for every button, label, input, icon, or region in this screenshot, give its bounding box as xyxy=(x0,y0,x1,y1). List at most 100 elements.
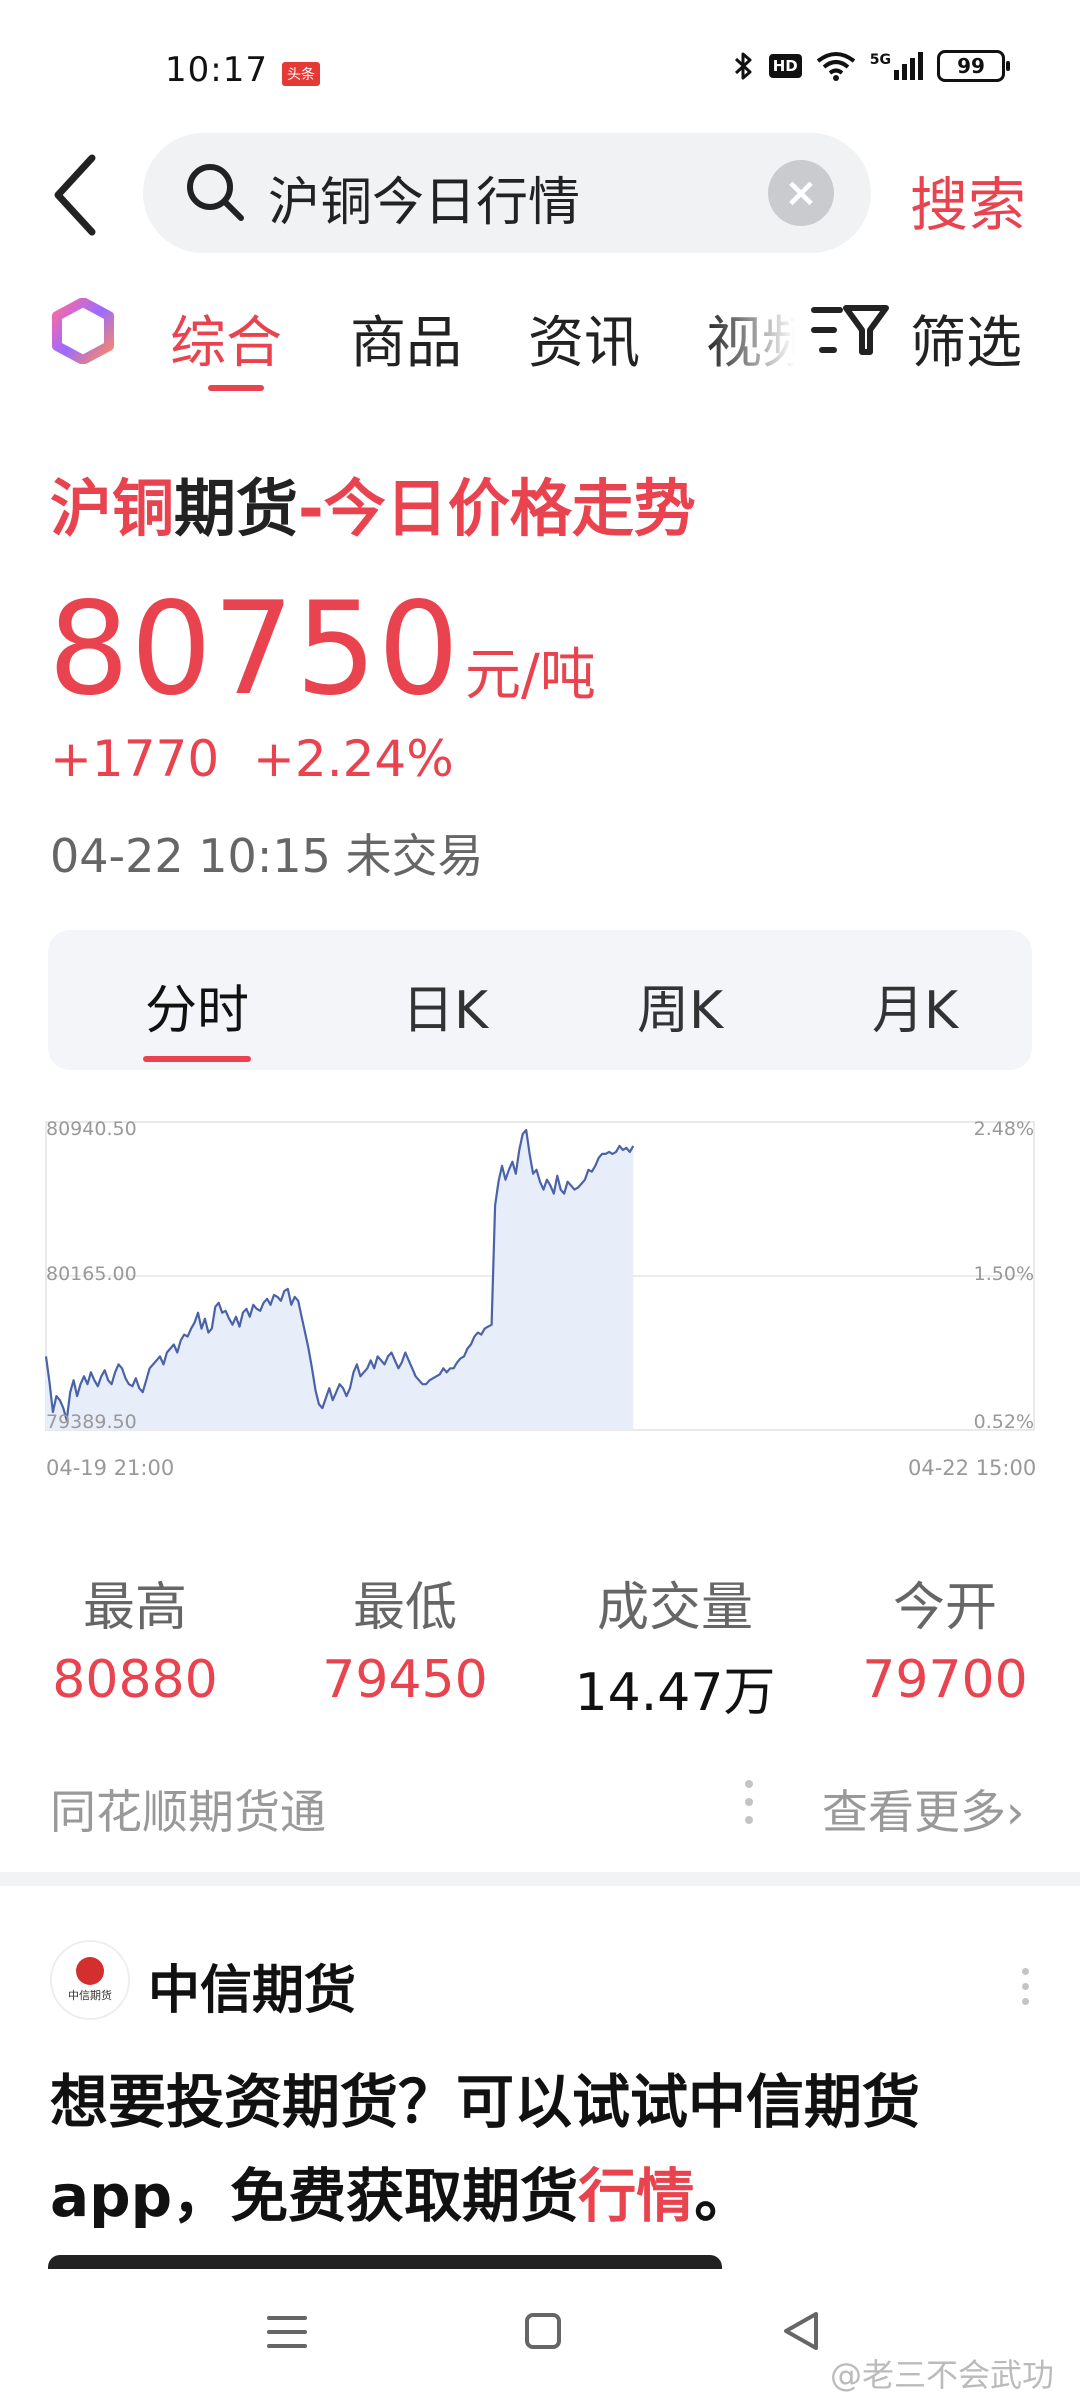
chart-point xyxy=(425,1383,427,1385)
battery-level: 99 xyxy=(957,54,985,78)
chart-point xyxy=(432,1377,434,1379)
y-tick-left-mid: 80165.00 xyxy=(46,1263,137,1285)
period-tab-monthly[interactable]: 月K xyxy=(815,968,1015,1043)
chart-point xyxy=(511,1161,513,1163)
chart-point xyxy=(301,1316,303,1318)
chart-point xyxy=(380,1359,382,1361)
chart-point xyxy=(484,1328,486,1330)
chart-point xyxy=(415,1375,417,1377)
chart-point xyxy=(277,1296,279,1298)
back-triangle-icon[interactable] xyxy=(780,2310,822,2352)
chart-point xyxy=(346,1395,348,1397)
chart-point xyxy=(328,1387,330,1389)
chart-point xyxy=(128,1383,130,1385)
tab-comprehensive[interactable]: 综合 xyxy=(170,298,282,379)
chart-point xyxy=(563,1193,565,1195)
chart-point xyxy=(397,1367,399,1369)
chart-point xyxy=(207,1332,209,1334)
chart-point xyxy=(587,1169,589,1171)
chart-point xyxy=(225,1310,227,1312)
ad-image[interactable] xyxy=(48,2255,722,2269)
chart-point xyxy=(62,1407,64,1409)
close-icon: × xyxy=(784,170,818,216)
chart-point xyxy=(467,1348,469,1350)
chart-point xyxy=(439,1373,441,1375)
chart-point xyxy=(377,1355,379,1357)
chart-point xyxy=(97,1385,99,1387)
chart-point xyxy=(581,1183,583,1185)
ai-logo-icon[interactable] xyxy=(50,298,116,364)
tab-goods[interactable]: 商品 xyxy=(350,298,462,379)
price-change: +1770 xyxy=(50,730,220,788)
wifi-icon xyxy=(816,52,855,81)
stat-open-label: 今开 xyxy=(892,1578,997,1638)
chart-point xyxy=(594,1165,596,1167)
ad-brand-name[interactable]: 中信期货 xyxy=(148,1948,356,2023)
tab-news[interactable]: 资讯 xyxy=(528,298,640,379)
filter-label[interactable]: 筛选 xyxy=(910,298,1022,379)
chart-point xyxy=(76,1395,78,1397)
chart-point xyxy=(605,1153,607,1155)
chart-point xyxy=(142,1391,144,1393)
chart-point xyxy=(401,1361,403,1363)
chart-point xyxy=(518,1149,520,1151)
current-price: 80750 xyxy=(48,575,461,724)
chart-point xyxy=(456,1361,458,1363)
stat-open-value: 79700 xyxy=(862,1650,1028,1710)
chart-point xyxy=(515,1173,517,1175)
chart-point xyxy=(49,1381,51,1383)
chart-point xyxy=(145,1379,147,1381)
period-tab-weekly[interactable]: 周K xyxy=(580,968,780,1043)
chevron-left-icon xyxy=(54,154,96,236)
source-name[interactable]: 同花顺期货通 xyxy=(50,1776,326,1842)
chart-point xyxy=(625,1147,627,1149)
period-tab-daily[interactable]: 日K xyxy=(345,968,545,1043)
chart-point xyxy=(460,1357,462,1359)
network-type: 5G xyxy=(869,52,891,68)
hd-icon: HD xyxy=(768,54,802,78)
recent-apps-icon[interactable] xyxy=(265,2312,309,2352)
y-tick-left-bottom: 79389.50 xyxy=(46,1411,137,1433)
search-query[interactable]: 沪铜今日行情 xyxy=(268,160,580,235)
chart-point xyxy=(183,1334,185,1336)
chart-point xyxy=(366,1367,368,1369)
period-tab-intraday[interactable]: 分时 xyxy=(97,968,297,1043)
chart-point xyxy=(449,1367,451,1369)
chart-point xyxy=(501,1165,503,1167)
chart-point xyxy=(69,1391,71,1393)
quote-title-desc: -今日价格走势 xyxy=(298,472,696,545)
chart-point xyxy=(273,1294,275,1296)
quote-title-type: 期货 xyxy=(174,472,299,545)
chart-point xyxy=(315,1389,317,1391)
more-options-icon[interactable] xyxy=(745,1780,753,1824)
y-tick-right-top: 2.48% xyxy=(974,1118,1034,1140)
citic-logo[interactable]: 中信期货 xyxy=(50,1940,130,2020)
intraday-chart[interactable]: 80940.50 80165.00 79389.50 2.48% 1.50% 0… xyxy=(0,1110,1080,1450)
chart-point xyxy=(194,1322,196,1324)
chart-point xyxy=(166,1352,168,1354)
chart-point xyxy=(290,1304,292,1306)
chart-point xyxy=(93,1379,95,1381)
filter-icon[interactable] xyxy=(810,300,890,360)
chart-point xyxy=(187,1336,189,1338)
chart-point xyxy=(121,1367,123,1369)
ad-more-options-icon[interactable] xyxy=(1022,1968,1029,2005)
chart-point xyxy=(118,1363,120,1365)
clear-search-button[interactable]: × xyxy=(768,160,834,226)
see-more-link[interactable]: 查看更多› xyxy=(822,1776,1024,1842)
x-tick-end: 04-22 15:00 xyxy=(908,1456,1037,1480)
chart-point xyxy=(214,1306,216,1308)
status-icons: HD 5G 99 xyxy=(733,50,1010,82)
chart-point xyxy=(442,1367,444,1369)
chart-point xyxy=(543,1189,545,1191)
search-button[interactable]: 搜索 xyxy=(910,158,1026,242)
ad-headline-main: 想要投资期货？可以试试中信期货app，免费获取期货 xyxy=(50,2068,921,2230)
back-button[interactable] xyxy=(50,150,110,240)
ad-headline[interactable]: 想要投资期货？可以试试中信期货app，免费获取期货行情。 xyxy=(50,2055,1040,2243)
chart-point xyxy=(239,1326,241,1328)
quote-title[interactable]: 沪铜期货-今日价格走势 xyxy=(50,458,696,548)
stat-high-value: 80880 xyxy=(52,1650,218,1710)
chart-point xyxy=(235,1316,237,1318)
quote-title-symbol: 沪铜 xyxy=(50,472,175,545)
home-icon[interactable] xyxy=(525,2313,561,2349)
